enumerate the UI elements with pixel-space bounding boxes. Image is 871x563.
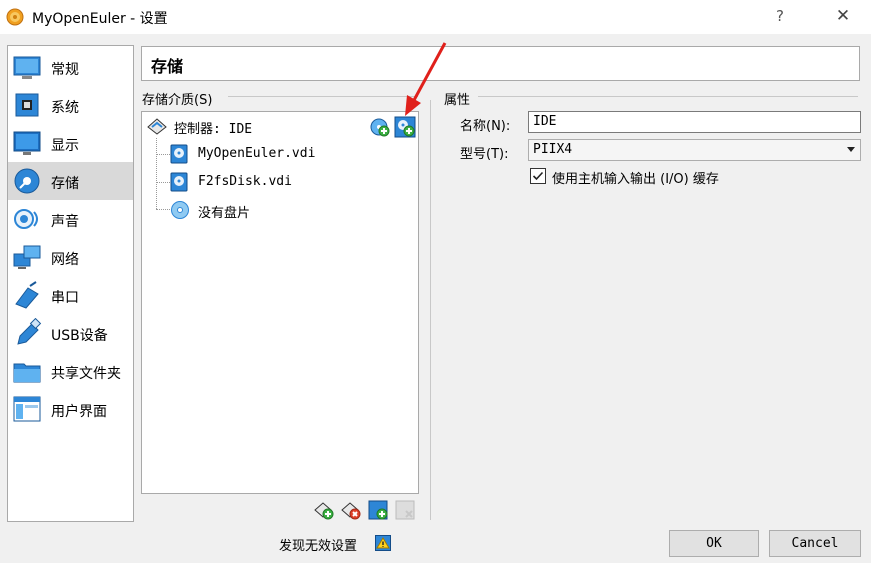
sidebar-item-display[interactable]: 显示: [8, 124, 133, 162]
sidebar-item-storage[interactable]: 存储: [8, 162, 133, 200]
storage-disk-icon: [14, 168, 40, 194]
tree-item-label: 没有盘片: [198, 206, 251, 221]
display-monitor-icon: [13, 131, 41, 155]
cancel-button[interactable]: Cancel: [769, 530, 861, 557]
remove-attachment-icon[interactable]: [395, 500, 415, 520]
tree-item-disk[interactable]: MyOpenEuler.vdi: [142, 141, 418, 167]
system-chip-icon: [15, 93, 39, 117]
network-icon: [13, 245, 41, 269]
divider: [228, 96, 418, 97]
storage-tree[interactable]: 控制器: IDE MyOpenEuler.vdi F2fsDisk.vdi 没有…: [141, 111, 419, 494]
sidebar-item-label: 存储: [51, 176, 79, 192]
sidebar-item-network[interactable]: 网络: [8, 238, 133, 276]
divider: [478, 96, 858, 97]
tree-item-disk[interactable]: F2fsDisk.vdi: [142, 169, 418, 195]
attributes-label: 属性: [444, 93, 471, 108]
splitter[interactable]: [430, 100, 431, 520]
sidebar-item-shared-folder[interactable]: 共享文件夹: [8, 352, 133, 390]
chevron-down-icon: [847, 147, 855, 152]
serial-port-icon: [15, 281, 39, 309]
sidebar-item-label: 系统: [51, 100, 79, 116]
io-cache-label: 使用主机输入输出 (I/O) 缓存: [552, 172, 719, 187]
sound-speaker-icon: [14, 209, 38, 229]
optical-disc-icon: [171, 201, 189, 219]
tree-item-optical[interactable]: 没有盘片: [142, 197, 418, 223]
io-cache-checkbox[interactable]: [530, 168, 546, 184]
add-optical-drive-icon[interactable]: [370, 117, 390, 137]
name-field[interactable]: IDE: [528, 111, 861, 133]
type-select-value: PIIX4: [533, 142, 573, 157]
sidebar-item-label: 网络: [51, 252, 79, 268]
ide-controller-icon: [147, 118, 167, 135]
add-controller-icon[interactable]: [314, 500, 334, 520]
title-bar: MyOpenEuler - 设置 ? ✕: [0, 0, 871, 34]
shared-folder-icon: [13, 363, 41, 383]
sidebar-item-sound[interactable]: 声音: [8, 200, 133, 238]
sidebar-item-label: 用户界面: [51, 404, 107, 420]
ok-button[interactable]: OK: [669, 530, 759, 557]
sidebar-item-label: 共享文件夹: [51, 366, 121, 382]
remove-controller-icon[interactable]: [341, 500, 361, 520]
sidebar-item-label: 常规: [51, 62, 79, 78]
settings-sidebar: 常规 系统 显示 存储 声音 网络 串口 USB设备 共享文件夹 用户界面: [7, 45, 134, 522]
hard-disk-icon: [170, 144, 188, 164]
general-icon: [13, 56, 41, 79]
user-interface-icon: [13, 396, 41, 422]
usb-icon: [17, 318, 42, 345]
add-attachment-icon[interactable]: [368, 500, 388, 520]
storage-media-label: 存储介质(S): [142, 93, 213, 108]
window-title: MyOpenEuler - 设置: [32, 11, 168, 27]
close-button[interactable]: ✕: [826, 3, 860, 29]
tree-item-label: F2fsDisk.vdi: [198, 174, 292, 189]
invalid-settings-label: 发现无效设置: [279, 539, 358, 554]
tree-item-label: MyOpenEuler.vdi: [198, 146, 316, 161]
sidebar-item-label: 声音: [51, 214, 79, 230]
sidebar-item-serial[interactable]: 串口: [8, 276, 133, 314]
sidebar-item-usb[interactable]: USB设备: [8, 314, 133, 352]
type-select[interactable]: PIIX4: [528, 139, 861, 161]
type-label: 型号(T):: [460, 147, 509, 162]
controller-label: 控制器: IDE: [174, 122, 253, 137]
hard-disk-icon: [170, 172, 188, 192]
sidebar-item-general[interactable]: 常规: [8, 48, 133, 86]
checkmark-icon: [532, 171, 544, 181]
sidebar-item-user-interface[interactable]: 用户界面: [8, 390, 133, 428]
sidebar-item-label: USB设备: [51, 328, 108, 344]
name-label: 名称(N):: [460, 119, 511, 134]
page-header: 存储: [141, 46, 860, 81]
virtualbox-app-icon: [6, 8, 24, 26]
add-hard-disk-icon[interactable]: [394, 116, 416, 138]
sidebar-item-label: 显示: [51, 138, 79, 154]
tree-controller-ide[interactable]: 控制器: IDE: [142, 113, 418, 139]
page-title: 存储: [151, 57, 184, 76]
name-field-value: IDE: [533, 114, 557, 129]
warning-icon[interactable]: [375, 535, 391, 551]
sidebar-item-label: 串口: [51, 290, 79, 306]
sidebar-item-system[interactable]: 系统: [8, 86, 133, 124]
help-button[interactable]: ?: [776, 7, 784, 25]
